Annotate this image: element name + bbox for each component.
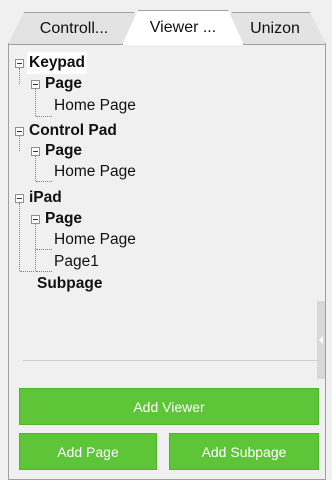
tree-line xyxy=(36,181,52,182)
collapse-icon[interactable] xyxy=(31,215,40,224)
tree-node-page[interactable]: Page xyxy=(45,73,82,95)
tab-controllers-label: Controll... xyxy=(39,19,109,37)
tree-line xyxy=(36,271,52,272)
tree-node-home-page[interactable]: Home Page xyxy=(54,95,136,117)
collapse-icon[interactable] xyxy=(15,59,24,68)
tab-unizon-label: Unizon xyxy=(250,19,300,37)
tree-line xyxy=(19,203,20,271)
collapse-icon[interactable] xyxy=(31,80,40,89)
add-page-button[interactable]: Add Page xyxy=(19,433,157,470)
tree-node-page1[interactable]: Page1 xyxy=(54,251,99,273)
collapse-icon[interactable] xyxy=(15,127,24,136)
tree-line xyxy=(19,68,20,84)
add-subpage-button[interactable]: Add Subpage xyxy=(169,433,319,470)
tab-viewer-label: Viewer ... xyxy=(149,19,217,36)
collapse-icon[interactable] xyxy=(31,147,40,156)
tab-strip: Controll... Unizon Viewer ... xyxy=(0,0,332,44)
tree-line xyxy=(36,116,52,117)
tree-node-page[interactable]: Page xyxy=(45,208,82,230)
collapse-icon[interactable] xyxy=(15,194,24,203)
tree-node-ipad[interactable]: iPad xyxy=(29,187,62,209)
tree-line xyxy=(20,271,34,272)
tree-line xyxy=(19,136,20,151)
tree-line xyxy=(36,249,52,250)
viewer-tree[interactable]: Keypad Page Home Page Control Pad Page H… xyxy=(9,45,325,303)
viewer-panel: Keypad Page Home Page Control Pad Page H… xyxy=(8,44,326,480)
tree-node-home-page[interactable]: Home Page xyxy=(54,161,136,183)
tree-line xyxy=(35,156,36,181)
collapse-arrow-icon xyxy=(319,336,323,344)
tree-node-home-page[interactable]: Home Page xyxy=(54,229,136,251)
tree-line xyxy=(35,224,36,271)
tree-node-subpage[interactable]: Subpage xyxy=(37,273,102,295)
tree-line xyxy=(35,89,36,116)
divider xyxy=(23,360,319,361)
tab-viewer[interactable]: Viewer ... xyxy=(122,10,244,45)
panel-splitter[interactable] xyxy=(317,301,325,379)
tree-node-page[interactable]: Page xyxy=(45,140,82,162)
add-viewer-button[interactable]: Add Viewer xyxy=(19,388,319,425)
tree-node-control-pad[interactable]: Control Pad xyxy=(29,120,117,142)
tree-node-keypad[interactable]: Keypad xyxy=(27,52,87,74)
